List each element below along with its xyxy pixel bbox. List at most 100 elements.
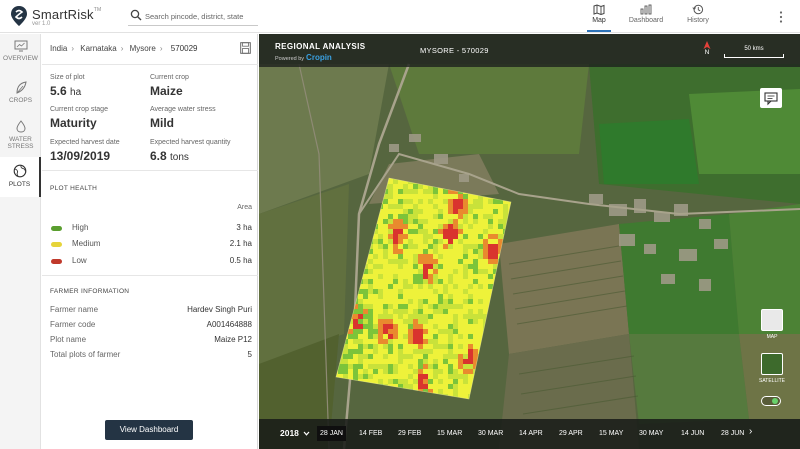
water-stress-value: Mild bbox=[150, 116, 174, 130]
heatmap-cell bbox=[338, 249, 343, 254]
date-item-3[interactable]: 15 MAR bbox=[437, 426, 462, 441]
heatmap-cell bbox=[468, 359, 473, 364]
heatmap-cell bbox=[338, 219, 343, 224]
heatmap-cell bbox=[438, 209, 443, 214]
heatmap-cell bbox=[423, 314, 428, 319]
heatmap-cell bbox=[418, 309, 423, 314]
heatmap-cell bbox=[413, 224, 418, 229]
heatmap-cell bbox=[433, 179, 438, 184]
heatmap-cell bbox=[508, 329, 511, 334]
rail-item-water-stress[interactable]: WATER STRESS bbox=[0, 120, 41, 160]
heatmap-cell bbox=[428, 304, 433, 309]
rail-item-overview[interactable]: OVERVIEW bbox=[0, 40, 41, 72]
heatmap-cell bbox=[403, 199, 408, 204]
heatmap-cell bbox=[448, 344, 453, 349]
date-item-2[interactable]: 29 FEB bbox=[398, 426, 421, 441]
date-item-1[interactable]: 14 FEB bbox=[359, 426, 382, 441]
map-icon bbox=[593, 4, 605, 15]
nav-map[interactable]: Map bbox=[587, 4, 611, 32]
heatmap-cell bbox=[388, 379, 393, 384]
heatmap-cell bbox=[403, 264, 408, 269]
date-item-5[interactable]: 14 APR bbox=[519, 426, 543, 441]
rail-item-plots[interactable]: PLOTS bbox=[0, 157, 41, 197]
nav-history[interactable]: History bbox=[684, 4, 712, 32]
heatmap-cell bbox=[483, 324, 488, 329]
heatmap-cell bbox=[433, 209, 438, 214]
date-item-9[interactable]: 14 JUN bbox=[681, 426, 704, 441]
heatmap-cell bbox=[336, 324, 338, 329]
heatmap-cell bbox=[513, 269, 518, 274]
heatmap-cell bbox=[508, 279, 511, 284]
comment-button[interactable] bbox=[760, 88, 782, 108]
heatmap-cell bbox=[413, 324, 418, 329]
heatmap-cell bbox=[478, 394, 483, 399]
heatmap-cell bbox=[493, 234, 498, 239]
heatmap-cell bbox=[363, 204, 368, 209]
plot-health-heatmap[interactable] bbox=[259, 34, 800, 449]
heatmap-cell bbox=[373, 369, 378, 374]
heatmap-cell bbox=[493, 199, 498, 204]
heatmap-cell bbox=[408, 324, 413, 329]
heatmap-cell bbox=[438, 304, 443, 309]
heatmap-cell bbox=[513, 359, 518, 364]
layer-toggle[interactable] bbox=[761, 396, 781, 406]
leaf-icon bbox=[15, 81, 27, 94]
heatmap-cell bbox=[393, 349, 398, 354]
heatmap-cell bbox=[358, 204, 363, 209]
heatmap-cell bbox=[353, 279, 358, 284]
top-bar: SmartRiskTM ver 1.0 Map Dashboard Histor… bbox=[0, 0, 800, 33]
heatmap-cell bbox=[343, 204, 348, 209]
date-item-7[interactable]: 15 MAY bbox=[599, 426, 623, 441]
date-item-4[interactable]: 30 MAR bbox=[478, 426, 503, 441]
year-selector[interactable]: 2018 bbox=[280, 428, 310, 438]
area-column-header: Area bbox=[237, 204, 252, 211]
breadcrumb-district[interactable]: Mysore bbox=[130, 44, 156, 53]
search-box[interactable] bbox=[128, 8, 258, 26]
nav-dashboard[interactable]: Dashboard bbox=[627, 4, 665, 32]
save-icon[interactable] bbox=[240, 42, 251, 54]
heatmap-cell bbox=[343, 229, 348, 234]
map-layer-button[interactable] bbox=[761, 309, 783, 331]
view-dashboard-button[interactable]: View Dashboard bbox=[105, 420, 193, 440]
date-item-10[interactable]: 28 JUN bbox=[721, 426, 744, 441]
date-item-0[interactable]: 28 JAN bbox=[317, 426, 346, 441]
heatmap-cell bbox=[336, 189, 338, 194]
heatmap-cell bbox=[418, 394, 423, 399]
heatmap-cell bbox=[388, 349, 393, 354]
heatmap-cell bbox=[443, 299, 448, 304]
satellite-layer-button[interactable] bbox=[761, 353, 783, 375]
heatmap-cell bbox=[368, 179, 373, 184]
heatmap-cell bbox=[336, 219, 338, 224]
heatmap-cell bbox=[378, 189, 383, 194]
farmer-code-label: Farmer code bbox=[50, 320, 96, 329]
heatmap-cell bbox=[498, 234, 503, 239]
more-options-icon[interactable] bbox=[777, 10, 785, 24]
date-item-8[interactable]: 30 MAY bbox=[639, 426, 663, 441]
smartrisk-logo-icon[interactable] bbox=[10, 5, 28, 27]
map-view[interactable]: REGIONAL ANALYSIS Powered by Cropin MYSOR… bbox=[259, 34, 800, 449]
heatmap-cell bbox=[378, 299, 383, 304]
heatmap-cell bbox=[498, 178, 503, 179]
heatmap-cell bbox=[368, 299, 373, 304]
date-item-6[interactable]: 29 APR bbox=[559, 426, 583, 441]
heatmap-cell bbox=[428, 349, 433, 354]
heatmap-cell bbox=[498, 329, 503, 334]
heatmap-cell bbox=[463, 359, 468, 364]
timeline-next-icon[interactable]: › bbox=[749, 426, 752, 437]
breadcrumb-state[interactable]: Karnataka bbox=[80, 44, 116, 53]
heatmap-cell bbox=[428, 179, 433, 184]
search-input[interactable] bbox=[145, 9, 257, 23]
heatmap-cell bbox=[373, 239, 378, 244]
heatmap-cell bbox=[418, 219, 423, 224]
heatmap-cell bbox=[423, 344, 428, 349]
heatmap-cell bbox=[343, 284, 348, 289]
heatmap-cell bbox=[413, 339, 418, 344]
heatmap-cell bbox=[453, 314, 458, 319]
rail-item-crops[interactable]: CROPS bbox=[0, 81, 41, 113]
breadcrumb-country[interactable]: India bbox=[50, 44, 67, 53]
heatmap-cell bbox=[373, 204, 378, 209]
heatmap-cell bbox=[438, 214, 443, 219]
heatmap-cell bbox=[413, 264, 418, 269]
heatmap-cell bbox=[438, 389, 443, 394]
heatmap-cell bbox=[336, 294, 338, 299]
